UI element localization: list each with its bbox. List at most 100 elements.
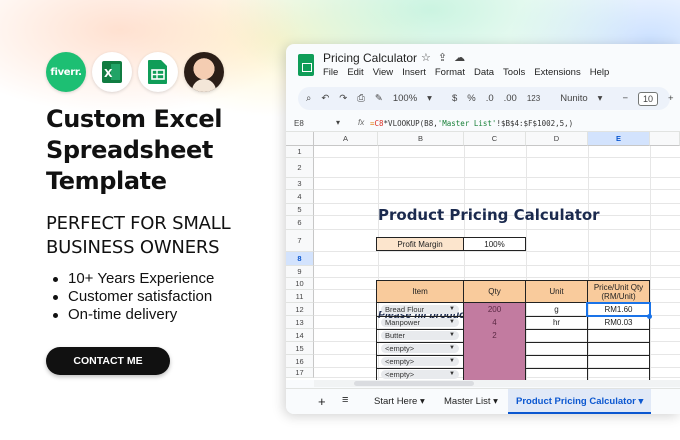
row-header[interactable]: 5	[286, 204, 314, 216]
price-cell[interactable]	[587, 368, 650, 380]
menu-file[interactable]: File	[323, 67, 338, 78]
qty-cell[interactable]: 200	[463, 303, 526, 317]
row-header[interactable]: 17	[286, 368, 314, 378]
row-header[interactable]: 13	[286, 316, 314, 329]
unit-cell[interactable]: hr	[525, 316, 588, 330]
header-price-unit[interactable]: Price/Unit Qty (RM/Unit)	[587, 280, 650, 303]
document-title[interactable]: Pricing Calculator	[323, 51, 417, 65]
unit-cell[interactable]	[525, 329, 588, 343]
item-cell[interactable]: <empty> ▼	[376, 342, 464, 356]
item-dropdown-chip[interactable]: <empty> ▼	[381, 344, 459, 353]
chevron-down-icon[interactable]: ▼	[449, 357, 455, 366]
chevron-down-icon[interactable]: ▼	[449, 370, 455, 379]
price-cell[interactable]: RM0.03	[587, 316, 650, 330]
print-icon[interactable]: ⎙	[357, 93, 365, 104]
row-header[interactable]: 4	[286, 190, 314, 204]
contact-me-button[interactable]: CONTACT ME	[46, 347, 170, 375]
chevron-down-icon[interactable]: ▼	[449, 305, 455, 314]
item-cell[interactable]: <empty> ▼	[376, 355, 464, 369]
zoom-select[interactable]: 100%	[393, 93, 417, 104]
row-header[interactable]: 7	[286, 230, 314, 252]
qty-cell[interactable]	[463, 355, 526, 369]
name-box[interactable]: E8	[294, 119, 304, 128]
column-header[interactable]: D	[526, 132, 588, 146]
font-size-input[interactable]: 10	[638, 91, 659, 106]
font-size-increase-button[interactable]: +	[668, 93, 674, 104]
menu-tools[interactable]: Tools	[503, 67, 525, 78]
row-header[interactable]: 14	[286, 329, 314, 342]
tab-start-here[interactable]: Start Here ▾	[366, 389, 433, 414]
item-dropdown-chip[interactable]: Manpower ▼	[381, 318, 459, 327]
item-cell[interactable]: Bread Flour ▼	[376, 303, 464, 317]
row-header[interactable]: 2	[286, 158, 314, 178]
search-icon[interactable]: ⌕	[306, 93, 311, 104]
item-cell[interactable]: Manpower ▼	[376, 316, 464, 330]
qty-cell[interactable]: 2	[463, 329, 526, 343]
sheets-doc-icon[interactable]	[298, 54, 314, 76]
formula-input[interactable]: =C8*VLOOKUP(B8,'Master List'!$B$4:$F$100…	[370, 119, 573, 128]
price-cell[interactable]	[587, 355, 650, 369]
tab-product-pricing-calculator[interactable]: Product Pricing Calculator ▾	[508, 389, 652, 414]
chevron-down-icon[interactable]: ▼	[449, 331, 455, 340]
all-sheets-icon[interactable]: ≡	[342, 394, 348, 406]
header-qty[interactable]: Qty	[463, 280, 526, 303]
row-header[interactable]: 11	[286, 290, 314, 303]
qty-cell[interactable]	[463, 342, 526, 356]
unit-cell[interactable]	[525, 355, 588, 369]
item-cell[interactable]: <empty> ▼	[376, 368, 464, 380]
menu-help[interactable]: Help	[590, 67, 610, 78]
row-header[interactable]: 9	[286, 266, 314, 278]
unit-cell[interactable]	[525, 368, 588, 380]
column-header[interactable]: B	[378, 132, 464, 146]
percent-button[interactable]: %	[467, 93, 475, 104]
font-select[interactable]: Nunito	[560, 93, 587, 104]
menu-view[interactable]: View	[373, 67, 393, 78]
chevron-down-icon[interactable]: ▼	[449, 318, 455, 327]
item-dropdown-chip[interactable]: Bread Flour ▼	[381, 305, 459, 314]
increase-decimal-button[interactable]: .00	[504, 93, 517, 104]
item-dropdown-chip[interactable]: <empty> ▼	[381, 357, 459, 366]
row-header[interactable]: 10	[286, 278, 314, 290]
qty-cell[interactable]	[463, 368, 526, 380]
number-format-button[interactable]: 123	[527, 94, 540, 103]
redo-icon[interactable]: ↷	[339, 93, 347, 104]
column-header[interactable]: A	[314, 132, 378, 146]
menu-insert[interactable]: Insert	[402, 67, 426, 78]
decrease-decimal-button[interactable]: .0	[486, 93, 494, 104]
header-unit[interactable]: Unit	[525, 280, 588, 303]
column-header[interactable]: E	[588, 132, 650, 146]
chevron-down-icon[interactable]: ▾	[493, 396, 498, 407]
item-dropdown-chip[interactable]: Butter ▼	[381, 331, 459, 340]
sheet-grid[interactable]: A B C D E 1 2 3 4 5 6 7 8 9 10 11 12 13 14 15 16 17 Prod…	[286, 132, 680, 380]
item-dropdown-chip[interactable]: <empty> ▼	[381, 370, 459, 379]
unit-cell[interactable]	[525, 342, 588, 356]
row-header[interactable]: 12	[286, 303, 314, 316]
move-icon[interactable]: ⇪	[438, 51, 447, 64]
scrollbar-thumb[interactable]	[354, 381, 474, 386]
menu-extensions[interactable]: Extensions	[534, 67, 580, 78]
price-cell[interactable]	[587, 342, 650, 356]
fill-handle[interactable]	[647, 314, 652, 319]
currency-button[interactable]: $	[452, 93, 457, 104]
menu-format[interactable]: Format	[435, 67, 465, 78]
undo-icon[interactable]: ↶	[321, 93, 329, 104]
row-header[interactable]: 6	[286, 216, 314, 230]
profit-margin-value[interactable]: 100%	[463, 237, 526, 251]
chevron-down-icon[interactable]: ▾	[420, 396, 425, 407]
row-header[interactable]: 8	[286, 252, 314, 266]
chevron-down-icon[interactable]: ▾	[336, 118, 340, 127]
column-header[interactable]: C	[464, 132, 526, 146]
paint-format-icon[interactable]: ✎	[375, 93, 383, 104]
horizontal-scrollbar[interactable]	[314, 380, 680, 387]
chevron-down-icon[interactable]: ▾	[638, 396, 643, 407]
tab-master-list[interactable]: Master List ▾	[436, 389, 506, 414]
row-header[interactable]: 3	[286, 178, 314, 190]
menu-data[interactable]: Data	[474, 67, 494, 78]
header-item[interactable]: Item	[376, 280, 464, 303]
select-all-corner[interactable]	[286, 132, 314, 146]
column-header[interactable]	[650, 132, 680, 146]
row-header[interactable]: 1	[286, 146, 314, 158]
cloud-icon[interactable]: ☁	[454, 51, 465, 64]
price-cell[interactable]	[587, 329, 650, 343]
font-size-decrease-button[interactable]: −	[622, 93, 628, 104]
